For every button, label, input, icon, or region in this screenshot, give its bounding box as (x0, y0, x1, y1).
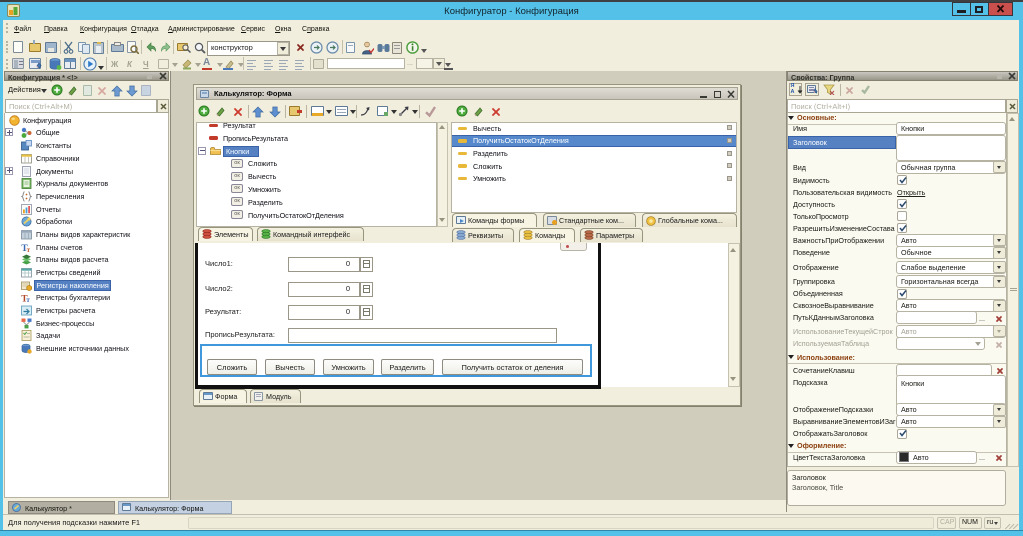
svg-text:т: т (26, 296, 30, 303)
svg-text:т: т (27, 246, 31, 253)
